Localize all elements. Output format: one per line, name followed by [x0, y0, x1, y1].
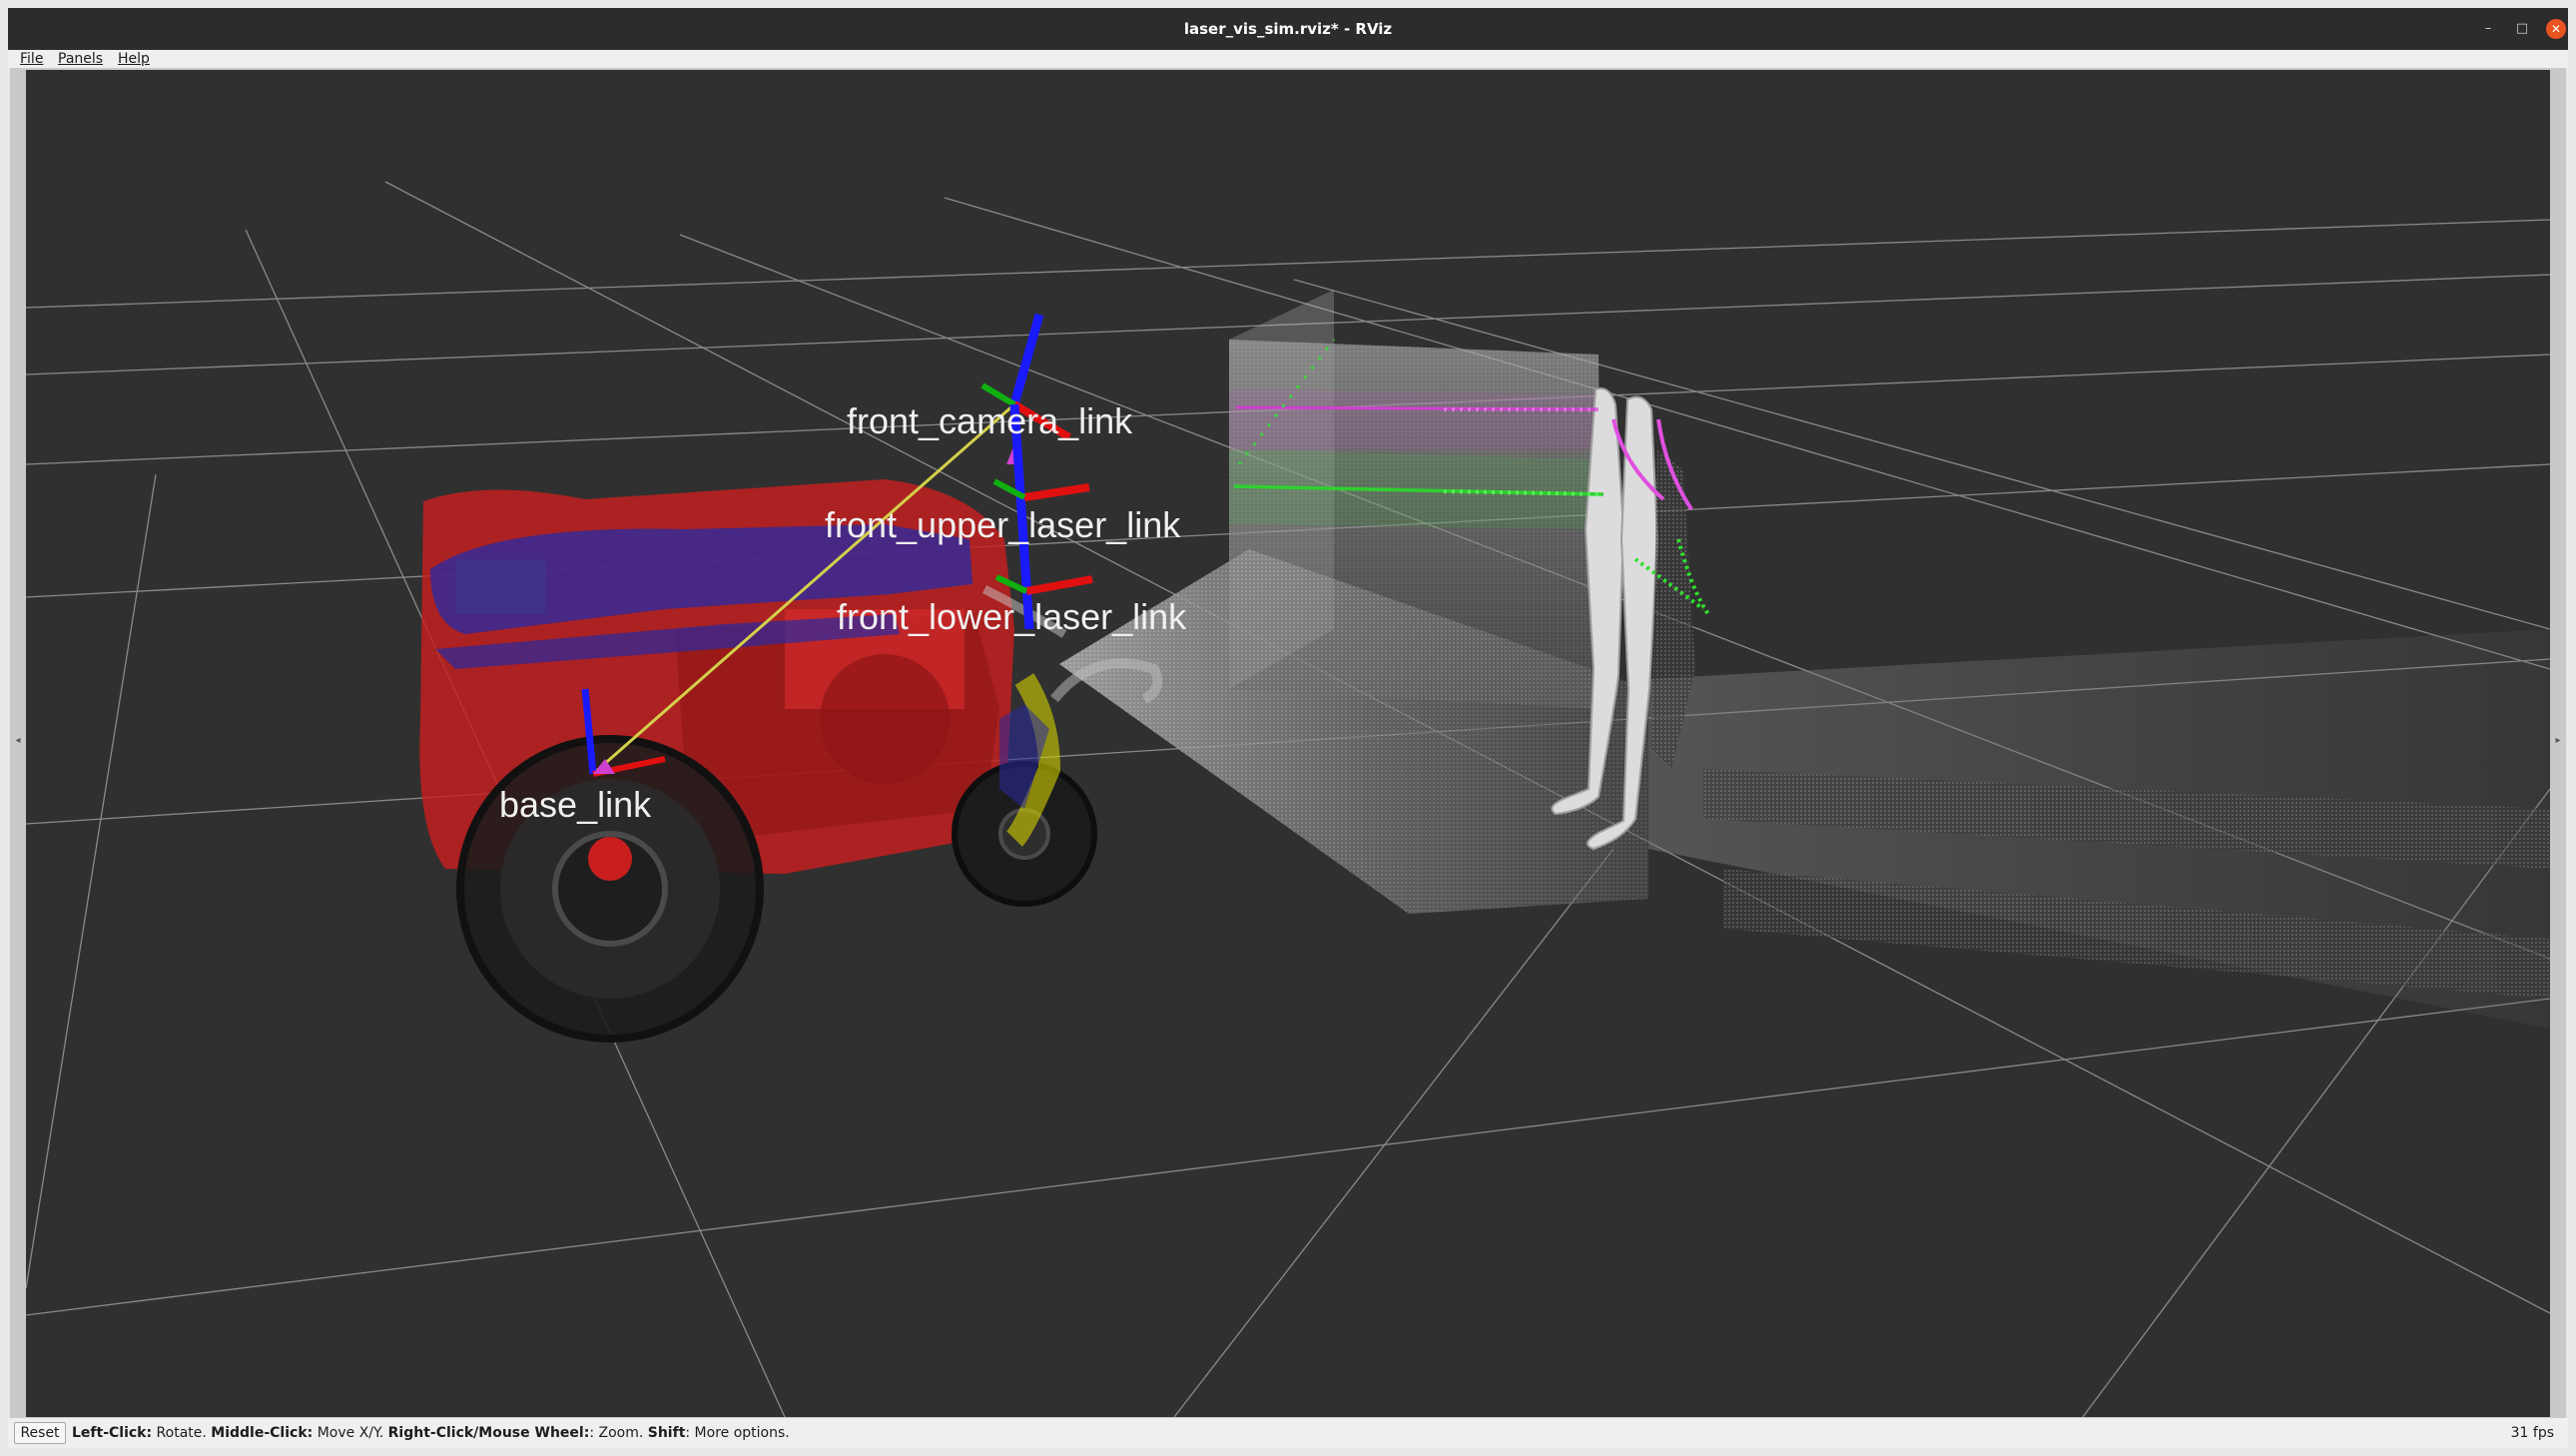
front-lower-laser-link-label: front_lower_laser_link: [837, 596, 1187, 637]
depth-cloud-shadow: [1648, 629, 2550, 1029]
window-title: laser_vis_sim.rviz* - RViz: [1183, 20, 1393, 38]
help-key-shift: Shift: [647, 1425, 686, 1441]
help-action-zoom: : Zoom.: [589, 1425, 648, 1441]
menu-panels-label: Panels: [58, 51, 104, 67]
minimize-button[interactable]: –: [2478, 19, 2498, 39]
front-camera-link-label: front_camera_link: [847, 400, 1133, 441]
right-dock-toggle-icon[interactable]: ▸: [2553, 734, 2563, 748]
title-bar: laser_vis_sim.rviz* - RViz – □ ✕: [8, 8, 2568, 50]
robot-model: [419, 479, 1163, 1043]
3d-render-view[interactable]: front_camera_link front_upper_laser_link…: [26, 70, 2550, 1417]
menu-file[interactable]: File: [20, 50, 43, 68]
help-action-move: Move X/Y.: [313, 1425, 388, 1441]
menu-panels[interactable]: Panels: [58, 50, 103, 68]
depth-cloud-wall: [1229, 290, 1602, 709]
fps-counter: 31 fps: [2510, 1425, 2554, 1441]
front-upper-laser-link-label: front_upper_laser_link: [825, 504, 1181, 545]
menu-help[interactable]: Help: [118, 50, 150, 68]
menu-help-label: Help: [118, 51, 150, 67]
help-action-rotate: Rotate.: [152, 1425, 212, 1441]
scene-canvas[interactable]: front_camera_link front_upper_laser_link…: [26, 70, 2550, 1417]
menu-bar: File Panels Help: [8, 50, 2568, 68]
help-key-left-click: Left-Click:: [72, 1425, 153, 1441]
menu-file-label: File: [20, 51, 44, 67]
help-action-more: : More options.: [685, 1425, 790, 1441]
help-key-middle-click: Middle-Click:: [211, 1425, 314, 1441]
status-bar: Reset Left-Click: Rotate. Middle-Click: …: [8, 1418, 2568, 1448]
reset-button[interactable]: Reset: [14, 1422, 66, 1444]
help-key-right-click: Right-Click/Mouse Wheel:: [387, 1425, 590, 1441]
left-dock-toggle-icon[interactable]: ◂: [13, 734, 23, 748]
mouse-help-text: Left-Click: Rotate. Middle-Click: Move X…: [72, 1418, 790, 1448]
maximize-button[interactable]: □: [2512, 19, 2532, 39]
close-button[interactable]: ✕: [2546, 19, 2566, 39]
base-link-label: base_link: [499, 784, 652, 825]
